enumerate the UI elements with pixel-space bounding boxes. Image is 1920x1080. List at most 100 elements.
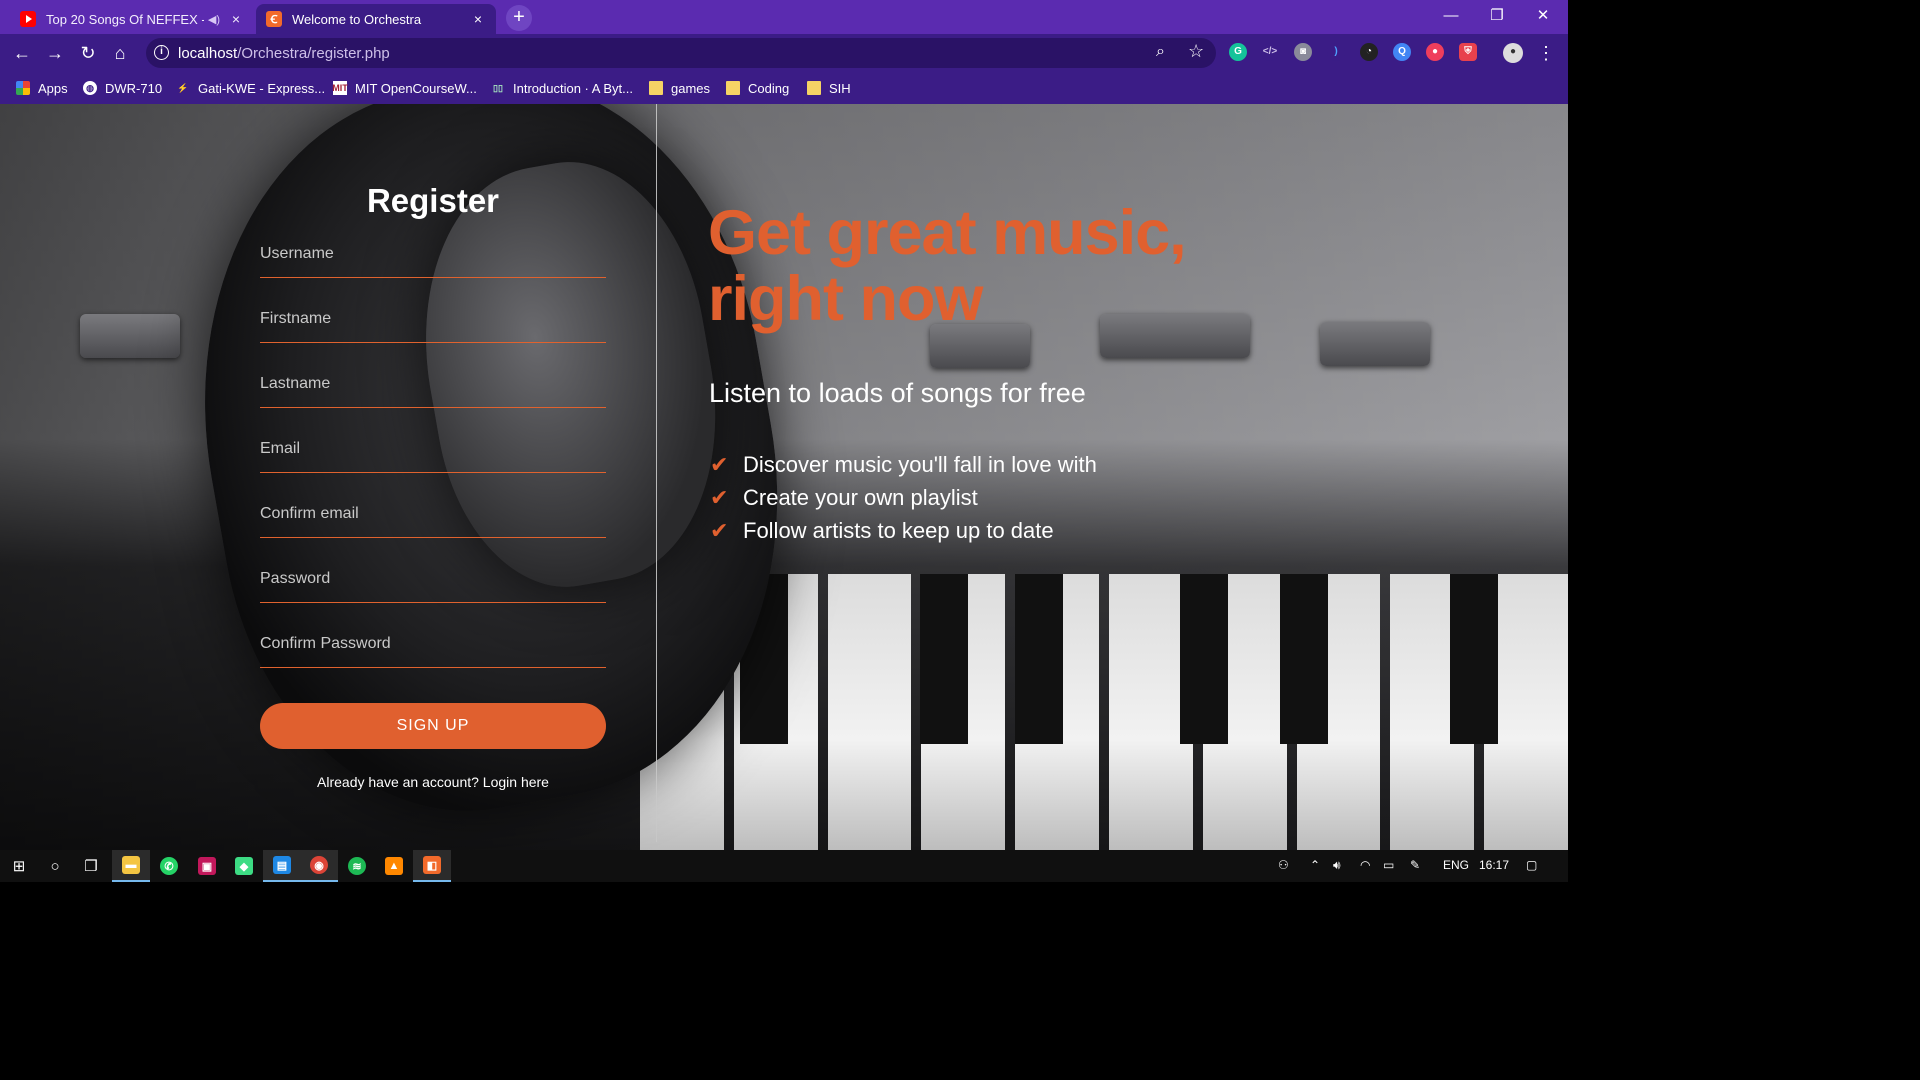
start-button[interactable]: ⊞: [0, 850, 38, 882]
app-icon[interactable]: ▣: [188, 850, 226, 882]
bookmark-gati[interactable]: ⚡ Gati-KWE - Express...: [176, 78, 325, 98]
hero-subtitle: Listen to loads of songs for free: [709, 378, 1086, 408]
checkmark-icon: ✔: [710, 452, 729, 477]
file-explorer-icon[interactable]: ▬: [112, 850, 150, 882]
back-button[interactable]: ←: [10, 41, 34, 65]
record-icon[interactable]: ●: [1426, 43, 1444, 61]
lastname-input[interactable]: [260, 364, 606, 404]
username-input[interactable]: [260, 234, 606, 274]
code-editor-icon[interactable]: ▤: [263, 850, 301, 882]
bookmark-dwr[interactable]: ◍ DWR-710: [83, 78, 162, 98]
feature-item: ✔ Create your own playlist: [710, 483, 978, 513]
bookmark-sih[interactable]: SIH: [807, 78, 851, 98]
book-icon: ▯▯: [493, 82, 503, 93]
tab-orchestra[interactable]: Ꞓ Welcome to Orchestra ×: [256, 4, 496, 34]
avatar[interactable]: ●: [1503, 43, 1523, 63]
password-input[interactable]: [260, 559, 606, 599]
firstname-field: [260, 299, 606, 343]
task-view-icon[interactable]: ❐: [72, 850, 110, 882]
feature-text: Discover music you'll fall in love with: [743, 452, 1097, 477]
reload-button[interactable]: ↻: [76, 41, 100, 65]
search-ext-icon[interactable]: Q: [1393, 43, 1411, 61]
search-icon[interactable]: ○: [36, 850, 74, 882]
new-tab-button[interactable]: +: [506, 5, 532, 31]
hero-title-line: right now: [708, 264, 983, 334]
code-icon[interactable]: </>: [1261, 43, 1279, 61]
email-input[interactable]: [260, 429, 606, 469]
background-image: [620, 574, 1568, 850]
site-info-icon[interactable]: i: [154, 45, 169, 60]
minimize-button[interactable]: —: [1428, 4, 1474, 28]
tab-close-icon[interactable]: ×: [470, 11, 486, 27]
home-button[interactable]: ⌂: [108, 41, 132, 65]
tab-close-icon[interactable]: ×: [228, 11, 244, 27]
username-field: [260, 234, 606, 278]
forward-button[interactable]: →: [43, 41, 67, 65]
battery-icon[interactable]: ▭: [1383, 858, 1394, 872]
sign-up-button[interactable]: SIGN UP: [260, 703, 606, 749]
register-page: Register SIGN UP Already have an account…: [0, 104, 1568, 850]
confirm-email-input[interactable]: [260, 494, 606, 534]
url-text[interactable]: localhost/Orchestra/register.php: [178, 45, 390, 62]
password-field: [260, 559, 606, 603]
android-studio-icon[interactable]: ◆: [225, 850, 263, 882]
shield-icon[interactable]: ⛨: [1459, 43, 1477, 61]
tab-title: Welcome to Orchestra: [292, 11, 422, 27]
feature-item: ✔ Follow artists to keep up to date: [710, 516, 1054, 546]
divider: [656, 104, 657, 842]
youtube-icon: [20, 11, 36, 27]
notifications-icon[interactable]: ▢: [1526, 858, 1537, 872]
folder-icon: [649, 81, 663, 95]
checkmark-icon: ✔: [710, 485, 729, 510]
vlc-icon[interactable]: ▲: [375, 850, 413, 882]
folder-icon: [726, 81, 740, 95]
feature-item: ✔ Discover music you'll fall in love with: [710, 450, 1097, 480]
globe-icon: ◍: [83, 81, 97, 95]
close-window-button[interactable]: ✕: [1520, 4, 1566, 28]
tab-title: Top 20 Songs Of NEFFEX - Be: [46, 11, 204, 27]
wifi-icon[interactable]: ): [1327, 43, 1345, 61]
mit-icon: MIT: [332, 81, 348, 95]
confirm-password-input[interactable]: [260, 624, 606, 664]
browser-toolbar: ← → ↻ ⌂ i localhost/Orchestra/register.p…: [0, 34, 1568, 72]
speed-icon[interactable]: ◔: [1360, 43, 1378, 61]
register-title: Register: [366, 182, 500, 219]
volume-icon[interactable]: 🔊︎: [1333, 858, 1341, 873]
spotify-icon[interactable]: ≋: [338, 850, 376, 882]
hero-title-line: Get great music,: [708, 198, 1187, 268]
chrome-icon[interactable]: ◉: [300, 850, 338, 882]
bookmark-star-icon[interactable]: ☆: [1188, 41, 1204, 62]
bookmark-coding[interactable]: Coding: [726, 78, 789, 98]
chevron-up-icon[interactable]: ⌃: [1310, 858, 1320, 872]
tab-neffex[interactable]: Top 20 Songs Of NEFFEX - Be ◀) ×: [10, 4, 254, 34]
orchestra-app-icon[interactable]: ◧: [413, 850, 451, 882]
orchestra-favicon-icon: Ꞓ: [266, 11, 282, 27]
zoom-icon[interactable]: ⌕: [1156, 43, 1165, 61]
login-link[interactable]: Already have an account? Login here: [260, 774, 606, 790]
lastname-field: [260, 364, 606, 408]
pen-icon[interactable]: ✎: [1410, 858, 1420, 872]
camera-icon[interactable]: ◙: [1294, 43, 1312, 61]
gati-icon: ⚡: [177, 82, 189, 93]
clock[interactable]: 16:17: [1479, 858, 1509, 872]
bookmark-mit[interactable]: MIT MIT OpenCourseW...: [332, 78, 477, 98]
background-image: [80, 314, 180, 358]
browser-menu-icon[interactable]: ⋮: [1534, 41, 1558, 65]
bookmark-intro[interactable]: ▯▯ Introduction · A Byt...: [491, 78, 633, 98]
checkmark-icon: ✔: [710, 518, 729, 543]
bookmark-apps[interactable]: Apps: [16, 78, 68, 98]
grammarly-icon[interactable]: G: [1229, 43, 1247, 61]
confirm-email-field: [260, 494, 606, 538]
address-bar[interactable]: i localhost/Orchestra/register.php ⌕ ☆: [146, 38, 1216, 68]
bookmark-games[interactable]: games: [649, 78, 710, 98]
language-indicator[interactable]: ENG: [1443, 858, 1469, 872]
audio-playing-icon[interactable]: ◀): [208, 13, 220, 26]
people-icon[interactable]: ⚇: [1278, 858, 1289, 872]
restore-button[interactable]: ❐: [1474, 4, 1520, 28]
email-field: [260, 429, 606, 473]
firstname-input[interactable]: [260, 299, 606, 339]
feature-text: Create your own playlist: [743, 485, 978, 510]
hero-title: Get great music, right now: [708, 200, 1408, 332]
whatsapp-icon[interactable]: ✆: [150, 850, 188, 882]
wifi-icon[interactable]: ◠: [1360, 858, 1370, 872]
